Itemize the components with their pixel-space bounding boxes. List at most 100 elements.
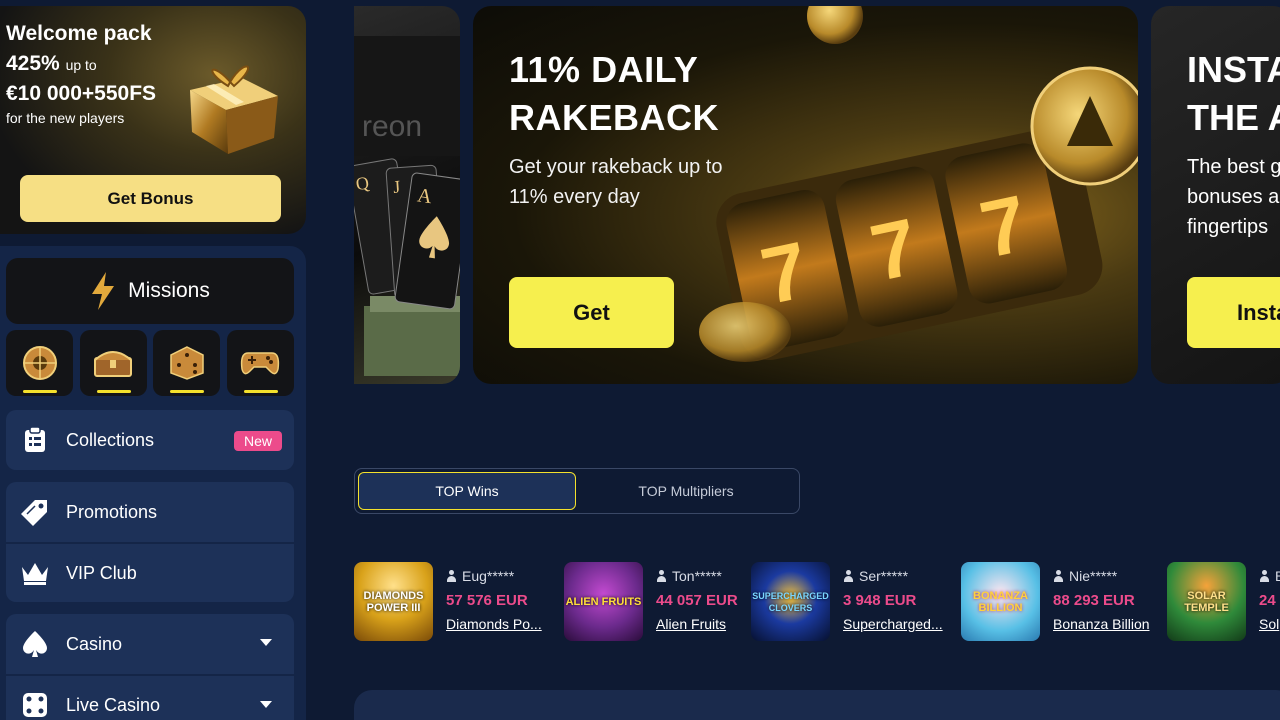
game-thumbnail[interactable]: SOLAR TEMPLE: [1167, 562, 1246, 641]
playing-cards-image: reon Q J A: [354, 36, 460, 376]
win-username: Eug*****: [462, 568, 515, 584]
welcome-percent-line: 425% up to: [6, 52, 97, 76]
win-item[interactable]: SUPERCHARGED CLOVERS Ser***** 3 948 EUR …: [751, 562, 951, 642]
chevron-down-icon[interactable]: [260, 701, 272, 708]
clipboard-icon: [20, 425, 50, 455]
mission-tile-dice[interactable]: [153, 330, 221, 396]
dice-face-icon: [20, 690, 50, 720]
lightning-icon: [92, 272, 115, 310]
sidebar-item-collections[interactable]: Collections New: [6, 410, 294, 470]
win-info: Ser***** 3 948 EUR Supercharged...: [843, 568, 951, 632]
win-game-link[interactable]: Bonanza Billion: [1053, 616, 1163, 632]
thumbnail-title: BONANZA BILLION: [973, 589, 1028, 614]
game-thumbnail[interactable]: DIAMONDS POWER III: [354, 562, 433, 641]
banner-instant-partial[interactable]: INSTA THE A The best g bonuses a fingert…: [1151, 6, 1280, 384]
win-user: Ton*****: [656, 568, 746, 584]
instant-subtitle: The best g bonuses a fingertips: [1187, 152, 1280, 242]
game-thumbnail[interactable]: SUPERCHARGED CLOVERS: [751, 562, 830, 641]
win-info: B 24 Sol: [1259, 568, 1280, 632]
get-bonus-button[interactable]: Get Bonus: [20, 175, 281, 222]
thumbnail-title: SOLAR TEMPLE: [1184, 589, 1229, 614]
instant-title-line1: INSTA: [1187, 49, 1280, 90]
wins-tabs: TOP Wins TOP Multipliers: [354, 468, 800, 514]
banner-cards-partial[interactable]: reon Q J A: [354, 6, 460, 384]
win-amount: 3 948 EUR: [843, 592, 917, 609]
roulette-icon: [22, 346, 57, 380]
win-game-link[interactable]: Supercharged...: [843, 616, 951, 632]
casino-label: Casino: [66, 633, 123, 654]
tab-top-multipliers[interactable]: TOP Multipliers: [577, 472, 795, 510]
game-thumbnail[interactable]: ALIEN FRUITS: [564, 562, 643, 641]
rakeback-title-line2: RAKEBACK: [509, 97, 719, 138]
sidebar-item-live-casino[interactable]: Live Casino: [6, 674, 294, 720]
menu-group-games: Casino Live Casino: [6, 614, 294, 720]
win-item[interactable]: SOLAR TEMPLE B 24 Sol: [1167, 562, 1280, 642]
game-thumbnail[interactable]: BONANZA BILLION: [961, 562, 1040, 641]
user-icon: [843, 570, 854, 582]
thumbnail-title: ALIEN FRUITS: [565, 595, 642, 608]
win-game-link[interactable]: Alien Fruits: [656, 616, 746, 632]
welcome-amount: €10 000+550FS: [6, 82, 157, 105]
sidebar: Welcome pack 425% up to €10 000+550FS fo…: [0, 0, 306, 720]
tab-top-wins[interactable]: TOP Wins: [358, 472, 576, 510]
collections-label: Collections: [66, 429, 155, 450]
user-icon: [1259, 570, 1270, 582]
welcome-pack-card[interactable]: Welcome pack 425% up to €10 000+550FS fo…: [0, 6, 306, 234]
win-info: Ton***** 44 057 EUR Alien Fruits: [656, 568, 746, 632]
promotions-label: Promotions: [66, 501, 158, 522]
win-user: Ser*****: [843, 568, 951, 584]
menu-panel: Missions Collections New Promotions VIP …: [0, 246, 306, 720]
win-username: Nie*****: [1069, 568, 1118, 584]
sidebar-item-casino[interactable]: Casino: [6, 614, 294, 674]
get-rakeback-button[interactable]: Get: [509, 277, 674, 348]
win-username: Ser*****: [859, 568, 909, 584]
rakeback-title-line1: 11% DAILY: [509, 49, 699, 90]
crown-icon: [20, 558, 50, 588]
welcome-subtitle: for the new players: [6, 110, 125, 126]
tile-progress-bar: [23, 390, 57, 393]
win-username: Ton*****: [672, 568, 722, 584]
win-game-link[interactable]: Sol: [1259, 616, 1280, 632]
rakeback-subtitle: Get your rakeback up to 11% every day: [509, 156, 723, 208]
live-casino-label: Live Casino: [66, 694, 161, 715]
mission-tile-gamepad[interactable]: [226, 330, 294, 396]
instant-sub-line3: fingertips: [1187, 216, 1269, 238]
thumbnail-title: DIAMONDS POWER III: [363, 589, 424, 614]
chevron-down-icon[interactable]: [260, 639, 272, 646]
welcome-percent: 425%: [6, 52, 60, 75]
banner-rakeback[interactable]: 7 7 7 11% DAILY RAKEBACK Get your rakeba…: [473, 6, 1138, 384]
win-info: Eug***** 57 576 EUR Diamonds Po...: [446, 568, 550, 632]
mission-tile-chest[interactable]: [79, 330, 147, 396]
win-user: Eug*****: [446, 568, 550, 584]
instant-button[interactable]: Insta: [1187, 277, 1280, 348]
gamepad-icon: [241, 352, 280, 375]
win-amount: 57 576 EUR: [446, 592, 528, 609]
new-badge: New: [233, 431, 282, 451]
win-amount: 88 293 EUR: [1053, 592, 1135, 609]
svg-text:J: J: [393, 177, 401, 197]
sidebar-item-promotions[interactable]: Promotions: [6, 482, 294, 542]
user-icon: [446, 570, 457, 582]
tile-progress-bar: [170, 390, 205, 393]
bottom-section-card: [354, 690, 1280, 720]
win-item[interactable]: DIAMONDS POWER III Eug***** 57 576 EUR D…: [354, 562, 554, 642]
mission-tile-roulette[interactable]: [6, 330, 73, 396]
win-item[interactable]: BONANZA BILLION Nie***** 88 293 EUR Bona…: [961, 562, 1161, 642]
instant-sub-line1: The best g: [1187, 156, 1280, 178]
instant-title-line2: THE A: [1187, 97, 1280, 138]
thumbnail-title: SUPERCHARGED CLOVERS: [752, 590, 829, 613]
tile-progress-bar: [243, 390, 278, 393]
win-user: B: [1259, 568, 1280, 584]
win-amount: 44 057 EUR: [656, 592, 738, 609]
user-icon: [656, 570, 667, 582]
win-item[interactable]: ALIEN FRUITS Ton***** 44 057 EUR Alien F…: [564, 562, 744, 642]
menu-group-promo: Promotions VIP Club: [6, 482, 294, 602]
win-amount: 24: [1259, 592, 1276, 609]
win-game-link[interactable]: Diamonds Po...: [446, 616, 550, 632]
mission-tiles: [6, 330, 294, 396]
missions-button[interactable]: Missions: [6, 258, 294, 324]
tag-icon: [20, 497, 50, 527]
instant-sub-line2: bonuses a: [1187, 186, 1280, 208]
sidebar-item-vip-club[interactable]: VIP Club: [6, 542, 294, 602]
welcome-title: Welcome pack: [6, 22, 152, 45]
